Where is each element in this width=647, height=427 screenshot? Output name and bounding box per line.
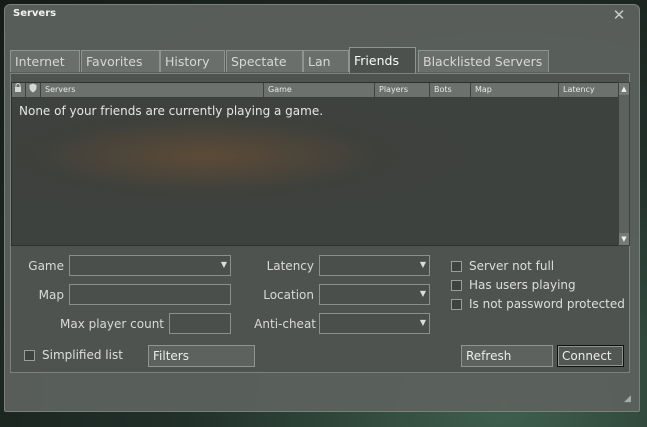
chevron-down-icon[interactable]: ▼ bbox=[221, 260, 227, 269]
filters-button[interactable]: Filters bbox=[148, 345, 255, 367]
column-game[interactable]: Game bbox=[264, 83, 375, 97]
map-filter-input[interactable] bbox=[69, 284, 231, 305]
resize-grip-icon[interactable]: ◢ bbox=[624, 394, 631, 404]
tab-lan[interactable]: Lan bbox=[303, 50, 349, 72]
tab-friends[interactable]: Friends bbox=[349, 47, 416, 73]
shield-icon[interactable] bbox=[26, 83, 41, 97]
connect-button[interactable]: Connect bbox=[557, 345, 624, 367]
column-map[interactable]: Map bbox=[471, 83, 559, 97]
location-filter-dropdown[interactable]: ▼ bbox=[319, 284, 430, 305]
latency-filter-dropdown[interactable]: ▼ bbox=[319, 255, 430, 276]
chevron-down-icon[interactable]: ▼ bbox=[420, 289, 426, 298]
latency-filter-label: Latency bbox=[266, 259, 314, 273]
tab-internet[interactable]: Internet bbox=[10, 50, 80, 72]
location-filter-label: Location bbox=[263, 288, 314, 302]
anticheat-filter-dropdown[interactable]: ▼ bbox=[319, 313, 430, 334]
column-latency[interactable]: Latency bbox=[559, 83, 619, 97]
tab-favorites[interactable]: Favorites bbox=[81, 50, 160, 72]
tab-spectate[interactable]: Spectate bbox=[226, 50, 303, 72]
close-icon[interactable]: ✕ bbox=[612, 8, 626, 23]
tab-history[interactable]: History bbox=[160, 50, 225, 72]
game-filter-label: Game bbox=[28, 259, 64, 273]
list-header: Servers Game Players Bots Map Latency bbox=[12, 83, 619, 98]
empty-list-message: None of your friends are currently playi… bbox=[19, 104, 324, 118]
max-player-count-input[interactable] bbox=[169, 313, 231, 334]
refresh-button[interactable]: Refresh bbox=[461, 345, 553, 367]
server-list[interactable]: Servers Game Players Bots Map Latency No… bbox=[11, 82, 620, 246]
server-not-full-label: Server not full bbox=[469, 259, 555, 273]
has-users-playing-label: Has users playing bbox=[469, 278, 576, 292]
chevron-down-icon[interactable]: ▼ bbox=[420, 318, 426, 327]
window-title: Servers bbox=[13, 8, 57, 19]
simplified-list-checkbox[interactable] bbox=[24, 350, 35, 361]
tab-blacklisted-servers[interactable]: Blacklisted Servers bbox=[418, 50, 549, 72]
scroll-down-icon[interactable]: ▼ bbox=[619, 233, 629, 245]
column-bots[interactable]: Bots bbox=[430, 83, 471, 97]
simplified-list-label: Simplified list bbox=[42, 348, 123, 362]
list-scrollbar[interactable]: ▲ ▼ bbox=[618, 82, 630, 246]
not-password-protected-label: Is not password protected bbox=[469, 297, 625, 311]
game-filter-dropdown[interactable]: ▼ bbox=[69, 255, 231, 276]
column-players[interactable]: Players bbox=[375, 83, 430, 97]
map-filter-label: Map bbox=[38, 288, 64, 302]
lock-icon[interactable] bbox=[12, 83, 26, 97]
max-player-count-label: Max player count bbox=[59, 317, 164, 331]
server-not-full-checkbox[interactable] bbox=[451, 261, 462, 272]
scroll-up-icon[interactable]: ▲ bbox=[619, 83, 629, 95]
anticheat-filter-label: Anti-cheat bbox=[254, 317, 316, 331]
has-users-playing-checkbox[interactable] bbox=[451, 280, 462, 291]
not-password-protected-checkbox[interactable] bbox=[451, 299, 462, 310]
column-servers[interactable]: Servers bbox=[41, 83, 264, 97]
chevron-down-icon[interactable]: ▼ bbox=[420, 260, 426, 269]
